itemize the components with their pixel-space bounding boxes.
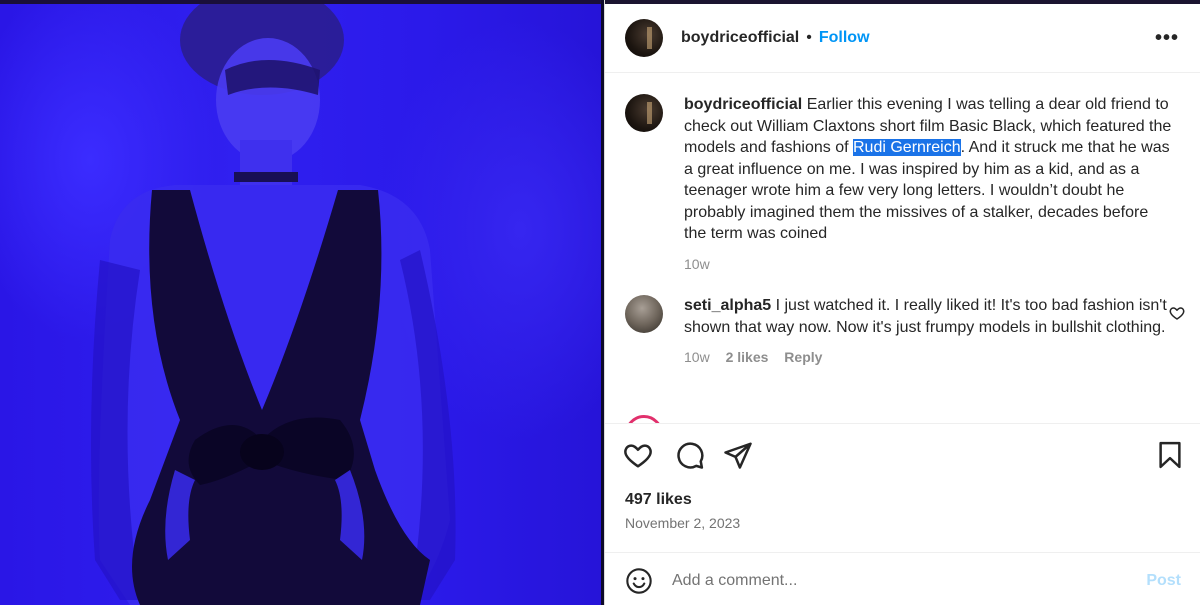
caption-highlighted-text: Rudi Gernreich (853, 139, 961, 156)
instagram-post: boydriceofficial • Follow ••• boydriceof… (0, 0, 1200, 605)
commenter-avatar[interactable] (625, 295, 663, 333)
post-photo[interactable] (0, 0, 604, 605)
author-avatar[interactable] (625, 19, 663, 57)
comment-icon[interactable] (675, 440, 705, 470)
author-username[interactable]: boydriceofficial (681, 29, 799, 47)
post-header: boydriceofficial • Follow ••• (605, 4, 1200, 73)
more-options-icon[interactable]: ••• (1155, 28, 1179, 48)
commenter-username[interactable]: seti_alpha5 (684, 297, 771, 314)
add-comment-bar: Post (605, 552, 1200, 605)
share-icon[interactable] (723, 440, 753, 470)
likes-count[interactable]: 497 likes (625, 491, 692, 509)
comment-input[interactable] (672, 566, 1112, 596)
comments-section[interactable]: boydriceofficial Earlier this evening I … (605, 74, 1200, 424)
model-figure-image (91, 0, 456, 605)
caption-body: boydriceofficial Earlier this evening I … (684, 94, 1174, 275)
comment-like-heart-icon[interactable] (1169, 305, 1185, 321)
comment-item: seti_alpha5 I just watched it. I really … (625, 295, 1185, 369)
caption-username[interactable]: boydriceofficial (684, 96, 802, 113)
caption-meta: 10w (684, 254, 1174, 276)
post-caption: boydriceofficial Earlier this evening I … (625, 94, 1185, 275)
bookmark-icon[interactable] (1155, 440, 1185, 470)
post-date: November 2, 2023 (625, 515, 741, 531)
follow-button[interactable]: Follow (819, 29, 870, 47)
post-side-panel: boydriceofficial • Follow ••• boydriceof… (604, 0, 1200, 605)
emoji-icon[interactable] (625, 567, 653, 595)
post-comment-button[interactable]: Post (1146, 572, 1181, 590)
separator-dot: • (806, 29, 812, 46)
caption-avatar[interactable] (625, 94, 663, 132)
comment-meta: 10w 2 likes Reply (684, 347, 1174, 369)
post-actions (605, 425, 1200, 489)
photo-top-border (0, 0, 604, 4)
heart-icon[interactable] (623, 440, 653, 470)
next-comment-avatar-ring (625, 415, 663, 423)
comment-age[interactable]: 10w (684, 349, 710, 365)
reply-button[interactable]: Reply (784, 349, 822, 365)
comment-body: seti_alpha5 I just watched it. I really … (684, 295, 1174, 369)
comment-likes[interactable]: 2 likes (726, 349, 769, 365)
caption-age[interactable]: 10w (684, 256, 710, 272)
